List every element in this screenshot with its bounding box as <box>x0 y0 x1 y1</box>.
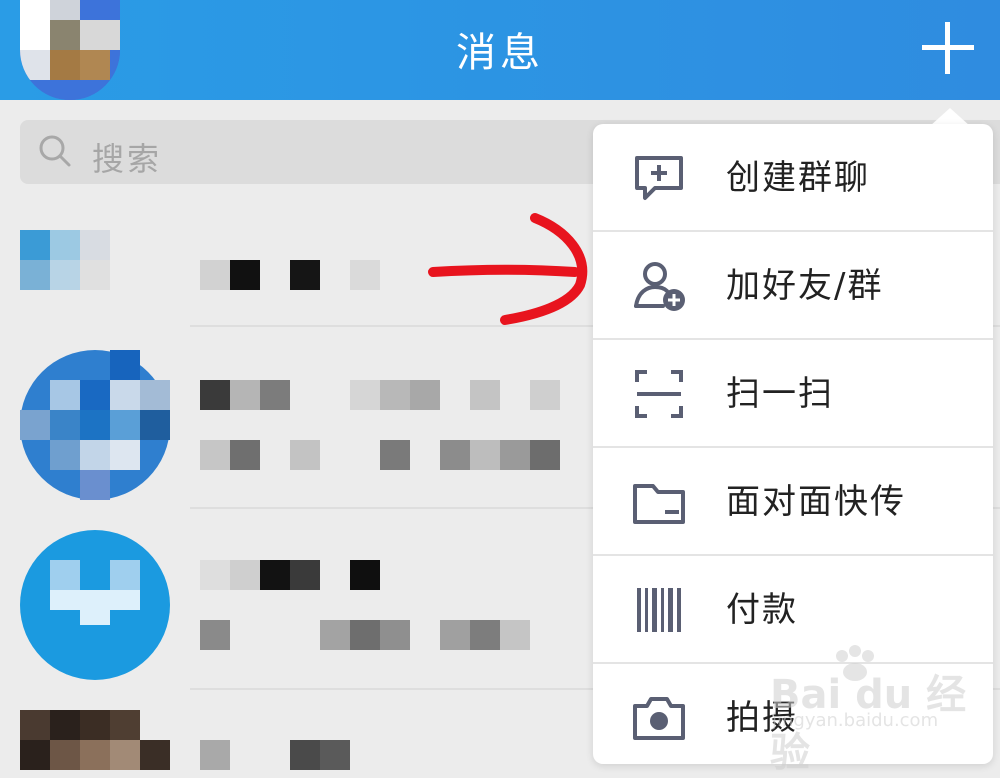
menu-item-add-friend[interactable]: 加好友/群 <box>593 232 993 338</box>
menu-item-label: 创建群聊 <box>726 158 870 198</box>
menu-item-scan[interactable]: 扫一扫 <box>593 340 993 446</box>
barcode-icon <box>637 588 681 632</box>
folder-icon <box>633 484 685 524</box>
camera-icon <box>633 697 685 740</box>
page-title: 消息 <box>456 30 544 76</box>
search-placeholder: 搜索 <box>92 140 163 178</box>
menu-item-pay[interactable]: 付款 <box>593 556 993 662</box>
chat-add-icon <box>635 156 683 200</box>
menu-item-label: 付款 <box>726 590 798 630</box>
menu-item-label: 加好友/群 <box>726 266 884 306</box>
baidu-watermark: Bai du 经验 jingyan.baidu.com <box>760 645 990 776</box>
menu-item-face-to-face[interactable]: 面对面快传 <box>593 448 993 554</box>
add-button[interactable] <box>920 20 976 76</box>
watermark-url: jingyan.baidu.com <box>772 710 939 731</box>
add-friend-icon <box>634 262 685 311</box>
top-bar: 消息 <box>0 0 1000 100</box>
scan-icon <box>635 370 683 418</box>
search-icon <box>39 135 71 167</box>
menu-item-create-group[interactable]: 创建群聊 <box>593 124 993 230</box>
red-arrow-annotation <box>428 213 588 325</box>
menu-item-label: 扫一扫 <box>726 374 834 414</box>
menu-item-label: 面对面快传 <box>726 482 906 522</box>
